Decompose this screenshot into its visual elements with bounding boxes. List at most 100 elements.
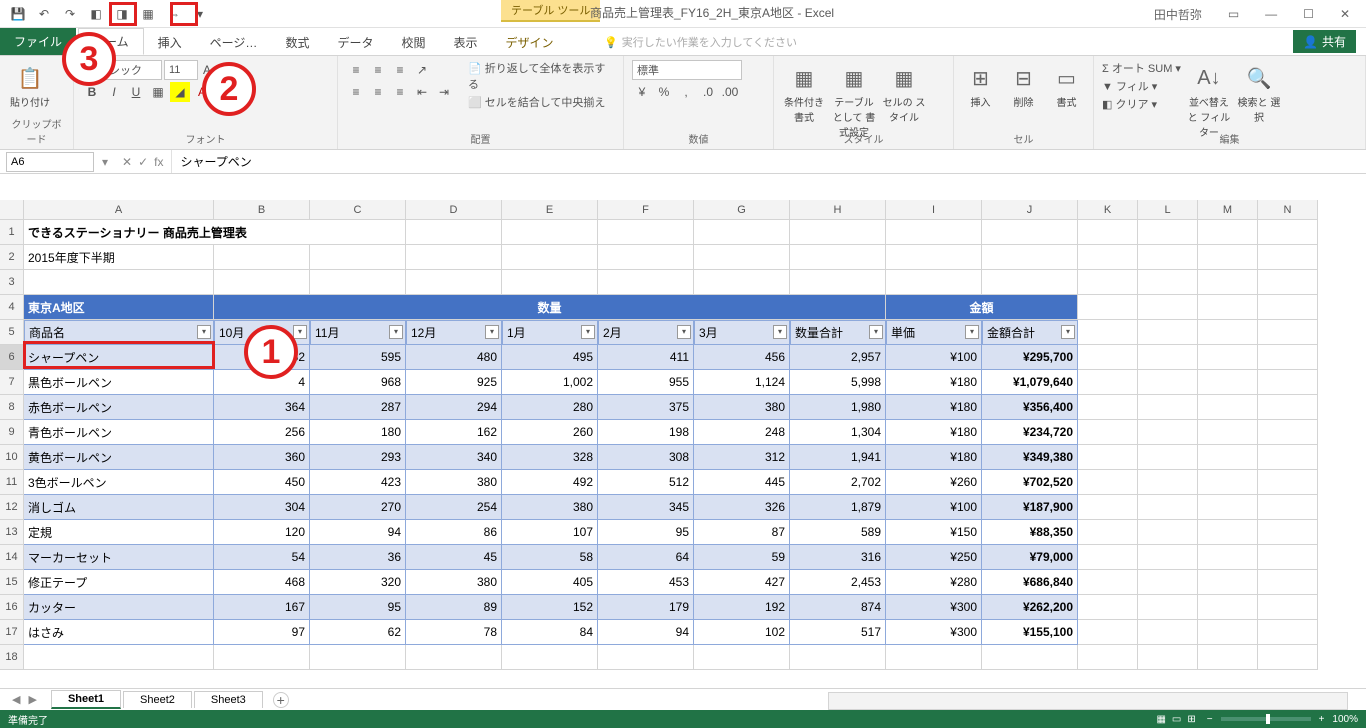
qat-table-icon[interactable]: ▦ — [136, 3, 160, 25]
tab-data[interactable]: データ — [323, 30, 387, 55]
tab-page-layout[interactable]: ページ… — [196, 30, 272, 55]
sheet-prev-icon[interactable]: ◀ — [12, 693, 20, 706]
cell[interactable]: 5,998 — [790, 370, 886, 395]
row-header[interactable]: 3 — [0, 270, 24, 295]
cell[interactable] — [1258, 295, 1318, 320]
cell[interactable]: 58 — [502, 545, 598, 570]
cell[interactable] — [598, 245, 694, 270]
cell[interactable] — [406, 220, 502, 245]
cell[interactable] — [1138, 570, 1198, 595]
orient-icon[interactable]: ↗ — [412, 60, 432, 80]
cell[interactable] — [1258, 395, 1318, 420]
column-header[interactable]: F — [598, 200, 694, 220]
horizontal-scrollbar[interactable] — [828, 692, 1348, 710]
cell[interactable] — [310, 645, 406, 670]
cell[interactable]: ¥356,400 — [982, 395, 1078, 420]
cell[interactable]: 青色ボールペン — [24, 420, 214, 445]
cell[interactable]: 単価▾ — [886, 320, 982, 345]
row-header[interactable]: 17 — [0, 620, 24, 645]
cell[interactable]: ¥280 — [886, 570, 982, 595]
cell[interactable] — [886, 645, 982, 670]
cell[interactable]: ¥180 — [886, 420, 982, 445]
cell[interactable] — [1138, 395, 1198, 420]
cell[interactable]: 180 — [310, 420, 406, 445]
cell[interactable] — [1138, 370, 1198, 395]
column-header[interactable]: H — [790, 200, 886, 220]
cell[interactable]: 453 — [598, 570, 694, 595]
conditional-format-button[interactable]: ▦条件付き 書式 — [782, 60, 826, 124]
cell[interactable]: 256 — [214, 420, 310, 445]
cell[interactable]: 589 — [790, 520, 886, 545]
cell[interactable] — [982, 645, 1078, 670]
cell[interactable]: 120 — [214, 520, 310, 545]
cell[interactable] — [1258, 270, 1318, 295]
cell[interactable] — [24, 645, 214, 670]
indent-inc-icon[interactable]: ⇥ — [434, 82, 454, 102]
cell[interactable] — [1258, 245, 1318, 270]
cell[interactable] — [1198, 495, 1258, 520]
column-header[interactable]: C — [310, 200, 406, 220]
cell[interactable]: 2,957 — [790, 345, 886, 370]
cell[interactable] — [1078, 570, 1138, 595]
cell[interactable]: 375 — [598, 395, 694, 420]
cell[interactable]: 380 — [502, 495, 598, 520]
filter-icon[interactable]: ▾ — [773, 325, 787, 339]
row-header[interactable]: 11 — [0, 470, 24, 495]
cell[interactable] — [214, 245, 310, 270]
cell[interactable] — [1138, 420, 1198, 445]
cell[interactable] — [1138, 270, 1198, 295]
fill-button[interactable]: ▼ フィル ▾ — [1102, 78, 1181, 94]
cell[interactable]: ¥88,350 — [982, 520, 1078, 545]
row-header[interactable]: 10 — [0, 445, 24, 470]
cell[interactable]: 152 — [502, 595, 598, 620]
cell[interactable]: 1,304 — [790, 420, 886, 445]
cell[interactable]: 黄色ボールペン — [24, 445, 214, 470]
cell[interactable] — [1198, 320, 1258, 345]
cell[interactable] — [1258, 470, 1318, 495]
cell[interactable]: 102 — [694, 620, 790, 645]
cell[interactable]: 427 — [694, 570, 790, 595]
cell[interactable]: ¥702,520 — [982, 470, 1078, 495]
column-header[interactable]: N — [1258, 200, 1318, 220]
cell[interactable]: 89 — [406, 595, 502, 620]
cell[interactable] — [1078, 345, 1138, 370]
cell[interactable] — [1258, 570, 1318, 595]
row-header[interactable]: 12 — [0, 495, 24, 520]
cell[interactable]: 512 — [598, 470, 694, 495]
format-cells-button[interactable]: ▭書式 — [1048, 60, 1085, 109]
cell[interactable]: 3月▾ — [694, 320, 790, 345]
cell[interactable] — [1138, 445, 1198, 470]
cell[interactable] — [598, 270, 694, 295]
cell[interactable] — [886, 270, 982, 295]
cell[interactable] — [1258, 595, 1318, 620]
insert-cells-button[interactable]: ⊞挿入 — [962, 60, 999, 109]
cell[interactable] — [1078, 395, 1138, 420]
cell[interactable]: マーカーセット — [24, 545, 214, 570]
cell[interactable] — [310, 270, 406, 295]
cell[interactable]: 328 — [502, 445, 598, 470]
cell[interactable] — [1198, 520, 1258, 545]
cell[interactable]: 874 — [790, 595, 886, 620]
cell[interactable] — [1078, 295, 1138, 320]
cell[interactable]: 2015年度下半期 — [24, 245, 214, 270]
cell[interactable]: 293 — [310, 445, 406, 470]
cell[interactable]: 1月▾ — [502, 320, 598, 345]
zoom-percent[interactable]: 100% — [1332, 714, 1358, 725]
cell[interactable] — [1078, 620, 1138, 645]
cell[interactable]: ¥262,200 — [982, 595, 1078, 620]
cell[interactable]: 380 — [694, 395, 790, 420]
cell[interactable]: 198 — [598, 420, 694, 445]
add-sheet-button[interactable]: + — [273, 692, 289, 708]
cell[interactable] — [1078, 520, 1138, 545]
cell[interactable] — [502, 245, 598, 270]
tab-formula[interactable]: 数式 — [271, 30, 323, 55]
inc-dec-icon[interactable]: .0 — [698, 82, 718, 102]
cell[interactable]: ¥79,000 — [982, 545, 1078, 570]
cell[interactable]: 62 — [310, 620, 406, 645]
cell[interactable]: 36 — [310, 545, 406, 570]
cell[interactable]: 380 — [406, 570, 502, 595]
cell[interactable]: 3色ボールペン — [24, 470, 214, 495]
cell[interactable]: 450 — [214, 470, 310, 495]
cell[interactable] — [1258, 370, 1318, 395]
cell[interactable]: 162 — [406, 420, 502, 445]
